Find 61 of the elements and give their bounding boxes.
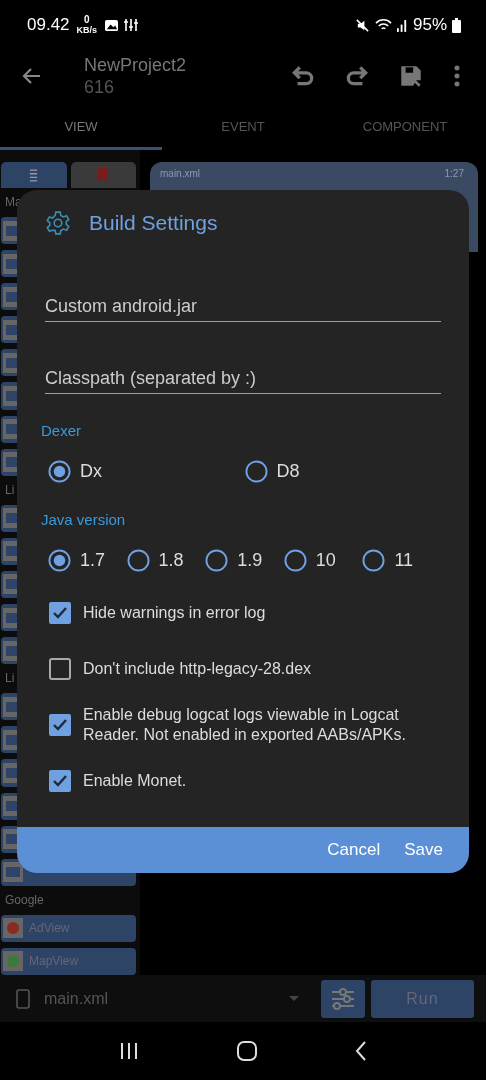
- dialog-title: Build Settings: [89, 211, 218, 235]
- radio-option[interactable]: Dx: [48, 460, 245, 483]
- layout-file-name[interactable]: main.xml: [44, 989, 275, 1008]
- radio-option[interactable]: D8: [244, 460, 441, 483]
- section-label: Google: [4, 891, 45, 909]
- status-time: 09.42: [27, 15, 70, 35]
- checkbox-label: Hide warnings in error log: [83, 603, 266, 623]
- radio-button[interactable]: [126, 549, 150, 572]
- section-label: Li: [4, 481, 16, 499]
- radio-option[interactable]: 1.7: [48, 549, 127, 572]
- widget-icon: [29, 168, 39, 182]
- checkbox-label: Enable debug logcat logs viewable in Logcat Reader. Not enabled in exported AABs/APKs.: [83, 705, 407, 745]
- checkbox[interactable]: [49, 714, 71, 736]
- checkbox-label: Enable Monet.: [83, 771, 187, 791]
- text-field[interactable]: Custom android.jar: [45, 296, 441, 322]
- radio-option[interactable]: 1.9: [205, 549, 284, 572]
- settings-button[interactable]: [321, 979, 365, 1018]
- home-icon[interactable]: [237, 1041, 257, 1061]
- battery-percent: 95%: [412, 15, 447, 35]
- radio-button[interactable]: [48, 549, 71, 572]
- radio-option[interactable]: 10: [283, 549, 363, 572]
- sliders-icon: [331, 987, 355, 1010]
- network-speed: 0 KB/s: [76, 15, 98, 35]
- radio-button[interactable]: [362, 549, 386, 572]
- widget-icon: [3, 918, 23, 939]
- radio-button[interactable]: [205, 549, 229, 572]
- radio-button[interactable]: [244, 460, 268, 483]
- section-label: Li: [4, 670, 16, 688]
- save-button[interactable]: Save: [396, 834, 451, 866]
- more-options-icon[interactable]: [454, 65, 460, 87]
- mute-icon: [354, 17, 370, 33]
- checkbox[interactable]: [49, 658, 71, 680]
- checkbox-label: Don't include http-legacy-28.dex: [83, 659, 312, 679]
- save-icon[interactable]: [398, 63, 424, 89]
- back-icon[interactable]: [355, 1041, 367, 1061]
- battery-icon: [452, 17, 461, 33]
- image-icon: [104, 18, 120, 32]
- tab[interactable]: COMPONENT: [324, 102, 486, 150]
- bookmark-icon: [98, 168, 109, 182]
- settings-icon: [45, 210, 71, 236]
- preview-file-name: main.xml: [160, 168, 200, 179]
- cancel-button[interactable]: Cancel: [319, 834, 389, 866]
- widget-icon: [3, 951, 23, 972]
- radio-option[interactable]: 11: [362, 549, 441, 572]
- section-label: Java version: [41, 511, 127, 528]
- recent-apps-icon[interactable]: [119, 1042, 139, 1060]
- section-label: Dexer: [41, 422, 82, 439]
- checkbox[interactable]: [49, 770, 71, 792]
- checkbox[interactable]: [49, 602, 71, 624]
- project-id: 616: [84, 76, 116, 98]
- wifi-icon: [374, 18, 392, 32]
- signal-icon: [396, 18, 408, 32]
- radio-button[interactable]: [48, 460, 71, 483]
- tab[interactable]: EVENT: [162, 102, 324, 150]
- equalizer-icon: [124, 18, 139, 32]
- radio-option[interactable]: 1.8: [126, 549, 206, 572]
- project-title: NewProject2: [84, 54, 188, 76]
- preview-time: 1:27: [444, 168, 464, 179]
- text-field[interactable]: Classpath (separated by :): [45, 368, 441, 394]
- radio-button[interactable]: [283, 549, 307, 572]
- phone-icon: [16, 988, 30, 1009]
